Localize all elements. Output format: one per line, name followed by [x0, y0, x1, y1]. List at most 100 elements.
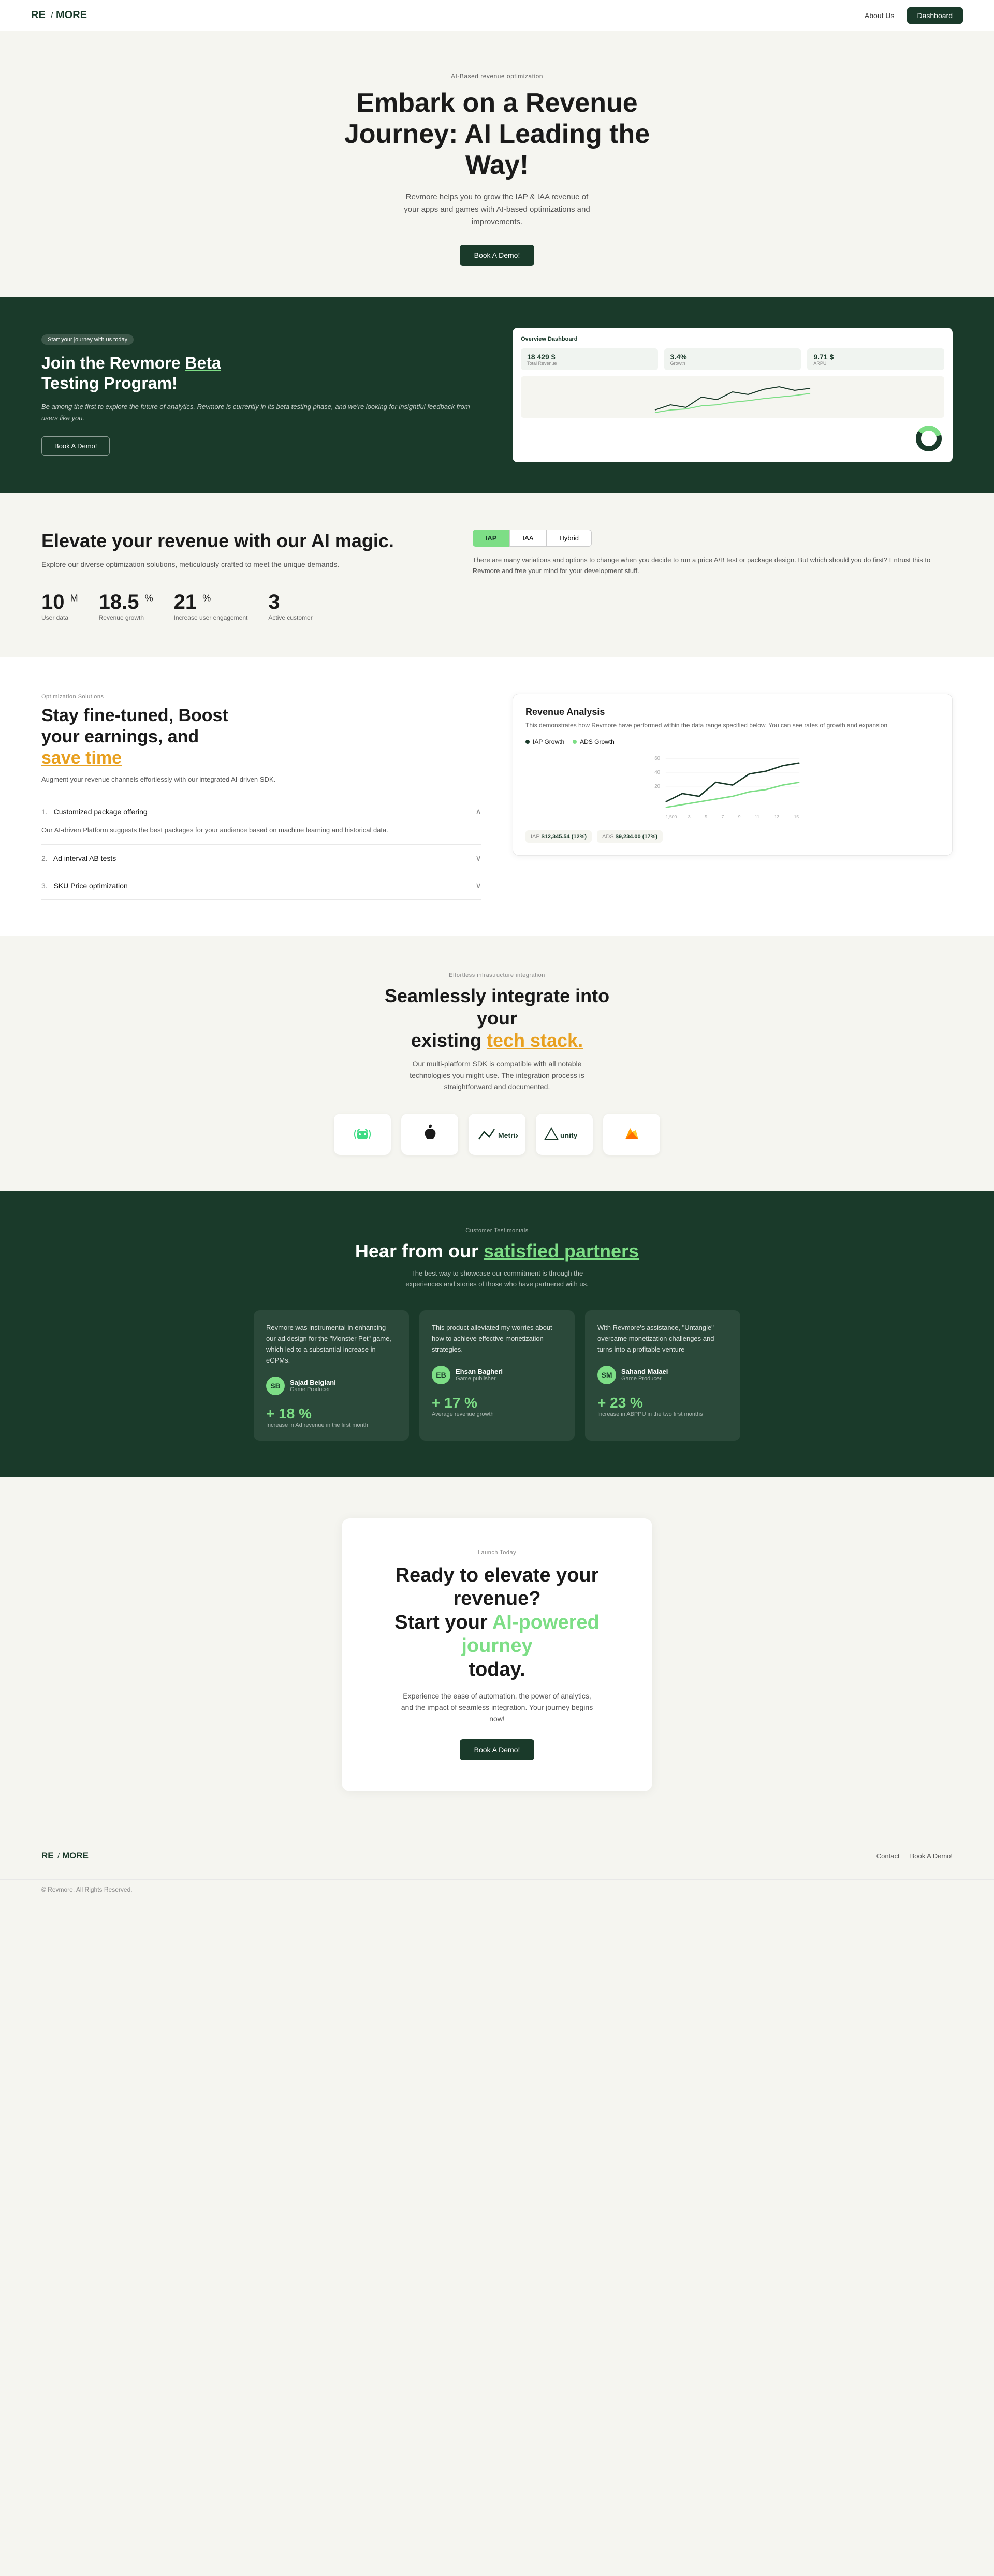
test-metric-label-1: Increase in Ad revenue in the first mont…: [266, 1422, 397, 1428]
ai-tab-group: IAP IAA Hybrid: [473, 530, 953, 547]
ai-desc: Explore our diverse optimization solutio…: [41, 559, 442, 570]
price-tag-iap: IAP $12,345.54 (12%): [525, 830, 592, 843]
tab-iaa[interactable]: IAA: [509, 530, 546, 547]
opt-tag: Optimization Solutions: [41, 694, 481, 700]
tech-tag: Effortless infrastructure integration: [41, 972, 953, 978]
stat-revenue-growth: 18.5 % Revenue growth: [99, 591, 153, 621]
hero-cta-button[interactable]: Book A Demo!: [460, 245, 535, 266]
mockup-stat-1: 18 429 $ Total Revenue: [521, 348, 658, 370]
beta-mockup: Overview Dashboard 18 429 $ Total Revenu…: [513, 328, 953, 462]
tech-logo-apple: [401, 1114, 458, 1155]
price-tags: IAP $12,345.54 (12%) ADS $9,234.00 (17%): [525, 830, 940, 843]
test-role-3: Game Producer: [621, 1375, 668, 1382]
hero-title: Embark on a Revenue Journey: AI Leading …: [342, 88, 652, 181]
accordion-header-1[interactable]: 1. Customized package offering ∧: [41, 798, 481, 825]
tab-iap[interactable]: IAP: [473, 530, 510, 547]
testimonials-tag: Customer Testimonials: [41, 1227, 953, 1234]
cta-button[interactable]: Book A Demo!: [460, 1739, 535, 1760]
test-metric-label-2: Average revenue growth: [432, 1411, 562, 1417]
test-metric-1: + 18 %: [266, 1406, 397, 1422]
tech-desc: Our multi-platform SDK is compatible wit…: [393, 1058, 601, 1093]
tab-hybrid[interactable]: Hybrid: [546, 530, 592, 547]
test-avatar-3: SM: [597, 1366, 616, 1384]
revenue-card: Revenue Analysis This demonstrates how R…: [513, 694, 953, 856]
test-metric-2: + 17 %: [432, 1395, 562, 1411]
testimonials-section: Customer Testimonials Hear from our sati…: [0, 1191, 994, 1477]
testimonials-cards: Revmore was instrumental in enhancing ou…: [41, 1310, 953, 1440]
svg-text:13: 13: [774, 814, 780, 819]
test-avatar-1: SB: [266, 1377, 285, 1395]
tech-logo-firebase: [603, 1114, 660, 1155]
hero-tag: AI-Based revenue optimization: [10, 72, 984, 80]
footer: RE / MORE Contact Book A Demo!: [0, 1833, 994, 1879]
accordion-body-1: Our AI-driven Platform suggests the best…: [41, 825, 481, 844]
chevron-up-icon: ∧: [475, 807, 481, 817]
svg-text:unity: unity: [560, 1131, 578, 1139]
tech-logo-metrix: Metrix: [469, 1114, 525, 1155]
svg-text:/: /: [51, 11, 53, 20]
chevron-down-icon-3: ∨: [475, 881, 481, 891]
opt-title: Stay fine-tuned, Boost your earnings, an…: [41, 705, 481, 768]
tech-section: Effortless infrastructure integration Se…: [0, 936, 994, 1191]
tech-title: Seamlessly integrate into your existing …: [368, 985, 626, 1052]
test-role-2: Game publisher: [456, 1375, 503, 1382]
hero-section: AI-Based revenue optimization Embark on …: [0, 31, 994, 297]
svg-text:MORE: MORE: [56, 9, 87, 21]
nav-logo: RE / MORE: [31, 7, 93, 24]
legend-dot-ads: [573, 740, 577, 744]
ai-tab-desc: There are many variations and options to…: [473, 555, 953, 577]
beta-section: Start your journey with us today Join th…: [0, 297, 994, 493]
ai-title: Elevate your revenue with our AI magic.: [41, 530, 442, 552]
mockup-title: Overview Dashboard: [521, 336, 944, 342]
svg-text:RE: RE: [41, 1851, 54, 1861]
svg-text:40: 40: [654, 770, 660, 775]
legend-iap: IAP Growth: [525, 738, 564, 745]
cta-section: Launch Today Ready to elevate your reven…: [0, 1477, 994, 1833]
footer-bottom: © Revmore, All Rights Reserved.: [0, 1879, 994, 1899]
svg-text:MORE: MORE: [62, 1851, 89, 1861]
beta-tag: Start your journey with us today: [41, 334, 134, 345]
svg-text:/: /: [57, 1852, 60, 1860]
test-card-1: Revmore was instrumental in enhancing ou…: [254, 1310, 409, 1440]
accordion-header-3[interactable]: 3. SKU Price optimization ∨: [41, 872, 481, 899]
footer-demo-link[interactable]: Book A Demo!: [910, 1852, 953, 1860]
rev-title: Revenue Analysis: [525, 707, 940, 718]
test-avatar-2: EB: [432, 1366, 450, 1384]
test-name-2: Ehsan Bagheri: [456, 1368, 503, 1375]
svg-text:15: 15: [794, 814, 799, 819]
accordion: 1. Customized package offering ∧ Our AI-…: [41, 798, 481, 900]
svg-text:RE: RE: [31, 9, 46, 21]
opt-desc: Augment your revenue channels effortless…: [41, 774, 481, 785]
beta-cta-button[interactable]: Book A Demo!: [41, 436, 110, 456]
test-text-1: Revmore was instrumental in enhancing ou…: [266, 1323, 397, 1366]
tech-logos: Metrix unity: [41, 1114, 953, 1155]
test-metric-label-3: Increase in ABPPU in the two first month…: [597, 1411, 728, 1417]
stat-user-engagement: 21 % Increase user engagement: [174, 591, 248, 621]
svg-text:11: 11: [755, 814, 759, 819]
cta-card: Launch Today Ready to elevate your reven…: [342, 1518, 652, 1791]
stat-active-customer: 3 Active customer: [268, 591, 312, 621]
footer-logo: RE / MORE: [41, 1849, 93, 1864]
mockup-stat-2: 3.4% Growth: [664, 348, 801, 370]
nav-dashboard-button[interactable]: Dashboard: [907, 7, 963, 24]
accordion-item-3: 3. SKU Price optimization ∨: [41, 872, 481, 900]
footer-contact-link[interactable]: Contact: [876, 1852, 900, 1860]
testimonials-desc: The best way to showcase our commitment …: [393, 1268, 601, 1290]
nav-about-link[interactable]: About Us: [865, 11, 895, 20]
hero-subtitle: Revmore helps you to grow the IAP & IAA …: [399, 191, 595, 228]
test-card-2: This product alleviated my worries about…: [419, 1310, 575, 1440]
testimonials-title: Hear from our satisfied partners: [41, 1240, 953, 1262]
mockup-stat-val-1: 18 429 $: [527, 353, 652, 361]
test-name-3: Sahand Malaei: [621, 1368, 668, 1375]
stats-row: 10 M User data 18.5 % Revenue growth 21 …: [41, 591, 442, 621]
legend-dot-iap: [525, 740, 530, 744]
chevron-down-icon-2: ∨: [475, 853, 481, 863]
footer-links: Contact Book A Demo!: [876, 1852, 953, 1860]
test-text-3: With Revmore's assistance, "Untangle" ov…: [597, 1323, 728, 1355]
accordion-header-2[interactable]: 2. Ad interval AB tests ∨: [41, 845, 481, 872]
mockup-stat-3: 9.71 $ ARPU: [807, 348, 944, 370]
svg-text:5: 5: [705, 814, 707, 819]
test-card-3: With Revmore's assistance, "Untangle" ov…: [585, 1310, 740, 1440]
svg-text:60: 60: [654, 756, 660, 762]
test-author-2: EB Ehsan Bagheri Game publisher: [432, 1366, 562, 1384]
